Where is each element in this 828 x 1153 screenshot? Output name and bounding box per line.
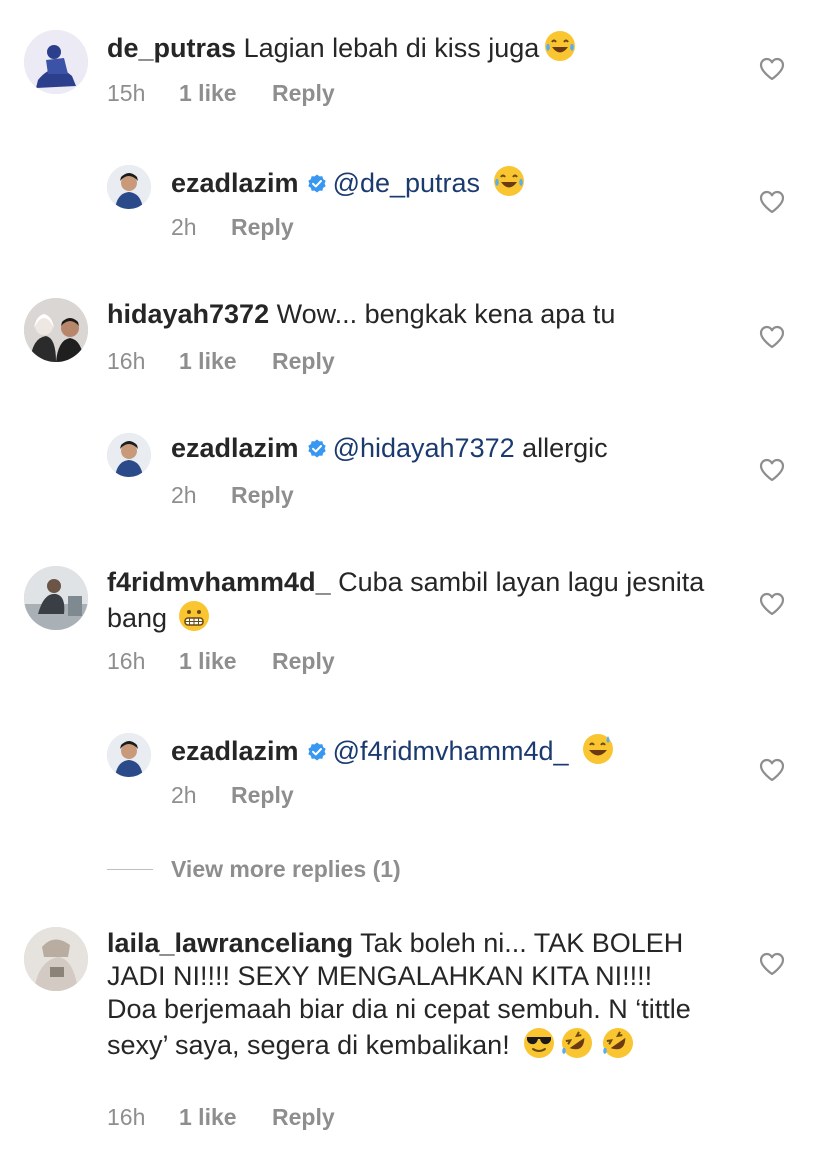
joy-emoji-icon xyxy=(492,164,526,198)
avatar[interactable] xyxy=(107,165,151,209)
grimacing-emoji-icon xyxy=(177,599,211,633)
rofl-emoji-icon xyxy=(601,1026,635,1060)
comment-username[interactable]: de_putras xyxy=(107,33,236,63)
comment-time: 16h xyxy=(107,1104,146,1130)
heart-icon[interactable] xyxy=(759,592,785,616)
comment-body: Wow... bengkak kena apa tu xyxy=(276,299,616,329)
reply-meta: 2h Reply xyxy=(171,214,294,241)
comment-likes[interactable]: 1 like xyxy=(179,80,272,107)
reply-button[interactable]: Reply xyxy=(231,214,294,241)
mention-link[interactable]: @de_putras xyxy=(333,168,481,198)
reply-button[interactable]: Reply xyxy=(231,782,294,809)
heart-icon[interactable] xyxy=(759,952,785,976)
avatar[interactable] xyxy=(24,30,88,94)
heart-icon[interactable] xyxy=(759,458,785,482)
avatar[interactable] xyxy=(107,733,151,777)
rofl-emoji-icon xyxy=(560,1026,594,1060)
mention-link[interactable]: @hidayah7372 xyxy=(333,433,515,463)
comment-text: laila_lawranceliang Tak boleh ni... TAK … xyxy=(107,927,707,1062)
verified-badge-icon xyxy=(307,742,327,762)
reply-body: allergic xyxy=(522,433,608,463)
reply-username[interactable]: ezadlazim xyxy=(171,168,299,198)
reply-username[interactable]: ezadlazim xyxy=(171,433,299,463)
heart-icon[interactable] xyxy=(759,57,785,81)
reply-button[interactable]: Reply xyxy=(272,80,335,107)
comment-text: hidayah7372 Wow... bengkak kena apa tu xyxy=(107,298,727,331)
reply-meta: 2h Reply xyxy=(171,482,294,509)
mention-link[interactable]: @f4ridmvhamm4d_ xyxy=(333,736,569,766)
comment-username[interactable]: f4ridmvhamm4d_ xyxy=(107,567,331,597)
comment-text: de_putras Lagian lebah di kiss juga xyxy=(107,29,727,65)
reply-button[interactable]: Reply xyxy=(272,1104,335,1131)
sunglasses-emoji-icon xyxy=(522,1026,556,1060)
reply-time: 2h xyxy=(171,482,197,508)
avatar[interactable] xyxy=(107,433,151,477)
joy-emoji-icon xyxy=(543,29,577,63)
comment-likes[interactable]: 1 like xyxy=(179,648,272,675)
verified-badge-icon xyxy=(307,439,327,459)
comment-time: 15h xyxy=(107,80,146,106)
reply-button[interactable]: Reply xyxy=(272,348,335,375)
comment-time: 16h xyxy=(107,348,146,374)
comment-text: f4ridmvhamm4d_ Cuba sambil layan lagu je… xyxy=(107,566,727,635)
reply-text: ezadlazim @hidayah7372 allergic xyxy=(171,432,731,465)
reply-button[interactable]: Reply xyxy=(231,482,294,509)
comment-username[interactable]: hidayah7372 xyxy=(107,299,269,329)
sweat-smile-emoji-icon xyxy=(581,732,615,766)
view-more-label: View more replies (1) xyxy=(171,855,401,882)
reply-meta: 2h Reply xyxy=(171,782,294,809)
avatar[interactable] xyxy=(24,927,88,991)
comment-username[interactable]: laila_lawranceliang xyxy=(107,928,353,958)
heart-icon[interactable] xyxy=(759,758,785,782)
reply-text: ezadlazim @de_putras xyxy=(171,164,731,200)
reply-text: ezadlazim @f4ridmvhamm4d_ xyxy=(171,732,731,768)
comment-meta: 16h 1 like Reply xyxy=(107,1104,335,1131)
reply-username[interactable]: ezadlazim xyxy=(171,736,299,766)
comment-likes[interactable]: 1 like xyxy=(179,1104,272,1131)
comment-body: Lagian lebah di kiss juga xyxy=(243,33,540,63)
heart-icon[interactable] xyxy=(759,190,785,214)
view-more-replies-button[interactable]: View more replies (1) xyxy=(107,852,401,886)
heart-icon[interactable] xyxy=(759,325,785,349)
divider-line xyxy=(107,868,153,870)
verified-badge-icon xyxy=(307,174,327,194)
avatar[interactable] xyxy=(24,298,88,362)
comment-likes[interactable]: 1 like xyxy=(179,348,272,375)
reply-time: 2h xyxy=(171,214,197,240)
comment-meta: 16h 1 like Reply xyxy=(107,348,335,375)
reply-button[interactable]: Reply xyxy=(272,648,335,675)
comment-time: 16h xyxy=(107,648,146,674)
avatar[interactable] xyxy=(24,566,88,630)
reply-time: 2h xyxy=(171,782,197,808)
comment-meta: 16h 1 like Reply xyxy=(107,648,335,675)
comment-meta: 15h 1 like Reply xyxy=(107,80,335,107)
